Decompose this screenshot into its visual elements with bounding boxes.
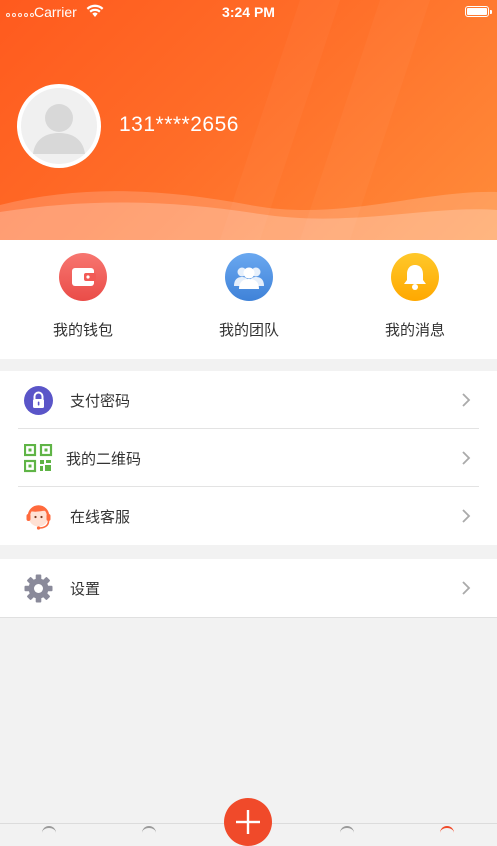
menu-item-label: 我的二维码: [66, 450, 142, 468]
battery-icon: [465, 6, 492, 17]
chevron-right-icon: [462, 451, 471, 465]
customer-service-icon: [26, 505, 51, 530]
menu-item-label: 设置: [70, 580, 101, 598]
plus-icon: [236, 810, 260, 834]
chevron-right-icon: [462, 509, 471, 523]
wallet-icon: [59, 253, 107, 301]
lock-icon: [24, 386, 53, 415]
default-user-avatar-icon: [21, 88, 97, 164]
menu-item-customer-service[interactable]: 在线客服: [0, 487, 497, 545]
user-phone: 131****2656: [119, 113, 239, 136]
center-add-button[interactable]: [224, 798, 272, 846]
quick-action-wallet[interactable]: 我的钱包: [0, 240, 166, 359]
status-bar: Carrier 3:24 PM: [0, 0, 497, 26]
menu-item-settings[interactable]: 设置: [0, 559, 497, 617]
profile-header: Carrier 3:24 PM 131****2656: [0, 0, 497, 240]
quick-actions: 我的钱包 我的团队 我的消息: [0, 240, 497, 359]
team-icon: [225, 253, 273, 301]
menu-group-settings: 设置: [0, 559, 497, 618]
menu-group-account: 支付密码 我的二维码 在线客服: [0, 371, 497, 545]
avatar[interactable]: [17, 84, 101, 168]
menu-item-label: 在线客服: [70, 508, 131, 526]
bell-icon: [391, 253, 439, 301]
quick-action-message[interactable]: 我的消息: [332, 240, 497, 359]
chevron-right-icon: [462, 581, 471, 595]
chevron-right-icon: [462, 393, 471, 407]
menu-item-pay-password[interactable]: 支付密码: [0, 371, 497, 429]
quick-action-label: 我的团队: [218, 321, 279, 339]
status-time: 3:24 PM: [222, 4, 275, 20]
menu-item-qr-code[interactable]: 我的二维码: [0, 429, 497, 487]
quick-action-label: 我的消息: [384, 321, 445, 339]
qr-code-icon: [24, 444, 53, 473]
quick-action-label: 我的钱包: [52, 321, 113, 339]
menu-item-label: 支付密码: [70, 392, 131, 410]
gear-icon: [24, 574, 53, 603]
quick-action-team[interactable]: 我的团队: [166, 240, 332, 359]
